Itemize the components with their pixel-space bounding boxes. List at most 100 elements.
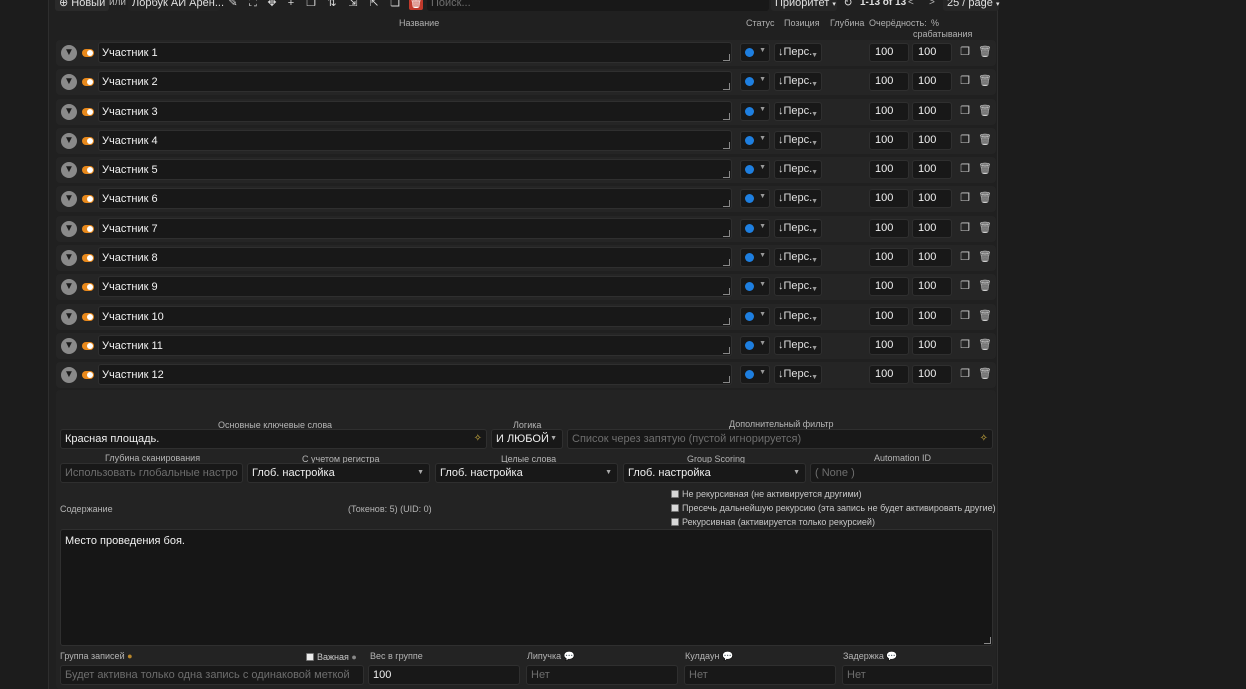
copy-icon[interactable]: ❐ (958, 133, 972, 147)
next-page-button[interactable]: > (929, 0, 935, 8)
chevron-down-icon[interactable]: ▼ (61, 191, 77, 207)
resize-handle[interactable] (723, 288, 730, 295)
delay-input[interactable]: Нет (842, 665, 993, 685)
position-select[interactable]: ↓Перс. ▼ (774, 131, 822, 150)
probability-input[interactable]: 100 (912, 277, 952, 296)
scan-depth-input[interactable]: Использовать глобальные настро (60, 463, 243, 483)
copy-icon[interactable]: ❐ (958, 162, 972, 176)
resize-handle[interactable] (723, 83, 730, 90)
chevron-down-icon[interactable]: ▼ (61, 45, 77, 61)
export-icon[interactable]: ⇱ (367, 0, 381, 10)
order-input[interactable]: 100 (869, 336, 909, 355)
position-select[interactable]: ↓Перс. ▼ (774, 336, 822, 355)
entry-enabled-toggle[interactable] (82, 371, 94, 379)
checkbox-box[interactable] (671, 504, 679, 512)
copy-icon[interactable]: ❐ (958, 221, 972, 235)
probability-input[interactable]: 100 (912, 131, 952, 150)
expand-all-icon[interactable]: ⛶ (246, 0, 260, 10)
order-input[interactable]: 100 (869, 277, 909, 296)
resize-handle[interactable] (723, 142, 730, 149)
entry-title-input[interactable]: Участник 2 (98, 71, 732, 92)
position-select[interactable]: ↓Перс. ▼ (774, 307, 822, 326)
entry-title-input[interactable]: Участник 11 (98, 335, 732, 356)
order-input[interactable]: 100 (869, 131, 909, 150)
entry-title-input[interactable]: Участник 4 (98, 130, 732, 151)
order-input[interactable]: 100 (869, 248, 909, 267)
resize-handle[interactable] (723, 376, 730, 383)
chevron-down-icon[interactable]: ▼ (61, 221, 77, 237)
copy-icon[interactable]: ❐ (958, 74, 972, 88)
entry-enabled-toggle[interactable] (82, 137, 94, 145)
order-input[interactable]: 100 (869, 219, 909, 238)
copy-icon[interactable]: ❐ (958, 309, 972, 323)
entry-enabled-toggle[interactable] (82, 78, 94, 86)
probability-input[interactable]: 100 (912, 219, 952, 238)
position-select[interactable]: ↓Перс. ▼ (774, 72, 822, 91)
status-select[interactable]: ▼ (740, 277, 770, 296)
resize-handle[interactable] (723, 318, 730, 325)
order-input[interactable]: 100 (869, 43, 909, 62)
entry-title-input[interactable]: Участник 5 (98, 159, 732, 180)
checkbox-box[interactable] (671, 490, 679, 498)
rename-pencil-icon[interactable]: ✎ (226, 0, 240, 10)
probability-input[interactable]: 100 (912, 160, 952, 179)
chevron-down-icon[interactable]: ▼ (61, 104, 77, 120)
chevron-down-icon[interactable]: ▼ (61, 367, 77, 383)
automation-input[interactable]: ( None ) (810, 463, 993, 483)
entry-enabled-toggle[interactable] (82, 283, 94, 291)
copy-icon[interactable]: ❐ (958, 338, 972, 352)
whole-words-select[interactable]: Глоб. настройка ▼ (435, 463, 618, 483)
resize-handle[interactable] (723, 347, 730, 354)
entry-title-input[interactable]: Участник 8 (98, 247, 732, 268)
order-input[interactable]: 100 (869, 189, 909, 208)
probability-input[interactable]: 100 (912, 72, 952, 91)
import-icon[interactable]: ⇲ (346, 0, 360, 10)
status-select[interactable]: ▼ (740, 43, 770, 62)
checkbox-delay-recursion[interactable]: Рекурсивная (активируется только рекурси… (671, 517, 875, 527)
position-select[interactable]: ↓Перс. ▼ (774, 43, 822, 62)
chevron-down-icon[interactable]: ▼ (61, 133, 77, 149)
entry-title-input[interactable]: Участник 10 (98, 306, 732, 327)
sort-select[interactable]: Приоритет ▾ (771, 0, 837, 11)
keywords-input[interactable]: Красная площадь. ✧ (60, 429, 487, 449)
sticky-input[interactable]: Нет (526, 665, 678, 685)
trash-icon[interactable]: 🗑 (978, 250, 992, 264)
status-select[interactable]: ▼ (740, 307, 770, 326)
chevron-down-icon[interactable]: ▼ (61, 250, 77, 266)
checkbox-prevent-recursion[interactable]: Пресечь дальнейшую рекурсию (эта запись … (671, 503, 996, 513)
order-input[interactable]: 100 (869, 72, 909, 91)
page-size-select[interactable]: 25 / page ▾ (943, 0, 999, 11)
entry-title-input[interactable]: Участник 3 (98, 101, 732, 122)
chevron-down-icon[interactable]: ▼ (61, 338, 77, 354)
copy-icon[interactable]: ❐ (958, 367, 972, 381)
entry-enabled-toggle[interactable] (82, 313, 94, 321)
status-select[interactable]: ▼ (740, 102, 770, 121)
probability-input[interactable]: 100 (912, 189, 952, 208)
trash-icon[interactable]: 🗑 (978, 221, 992, 235)
logic-select[interactable]: И ЛЮБОЙ ▼ (491, 429, 563, 449)
entry-title-input[interactable]: Участник 6 (98, 188, 732, 209)
chevron-down-icon[interactable]: ▼ (61, 162, 77, 178)
weight-input[interactable]: 100 (368, 665, 520, 685)
entry-title-input[interactable]: Участник 9 (98, 276, 732, 297)
copy-icon[interactable]: ❐ (958, 45, 972, 59)
status-select[interactable]: ▼ (740, 219, 770, 238)
filter-input[interactable]: Список через запятую (пустой игнорируетс… (567, 429, 993, 449)
position-select[interactable]: ↓Перс. ▼ (774, 160, 822, 179)
entry-enabled-toggle[interactable] (82, 254, 94, 262)
position-select[interactable]: ↓Перс. ▼ (774, 189, 822, 208)
cooldown-input[interactable]: Нет (684, 665, 836, 685)
trash-icon[interactable]: 🗑 (978, 74, 992, 88)
entry-title-input[interactable]: Участник 7 (98, 218, 732, 239)
trash-icon[interactable]: 🗑 (978, 45, 992, 59)
order-input[interactable]: 100 (869, 160, 909, 179)
trash-icon[interactable]: 🗑 (978, 191, 992, 205)
position-select[interactable]: ↓Перс. ▼ (774, 277, 822, 296)
checkbox-box[interactable] (306, 653, 314, 661)
trash-icon[interactable]: 🗑 (978, 279, 992, 293)
status-select[interactable]: ▼ (740, 72, 770, 91)
resize-handle[interactable] (723, 230, 730, 237)
entry-enabled-toggle[interactable] (82, 195, 94, 203)
copy-icon[interactable]: ❐ (958, 279, 972, 293)
order-input[interactable]: 100 (869, 102, 909, 121)
